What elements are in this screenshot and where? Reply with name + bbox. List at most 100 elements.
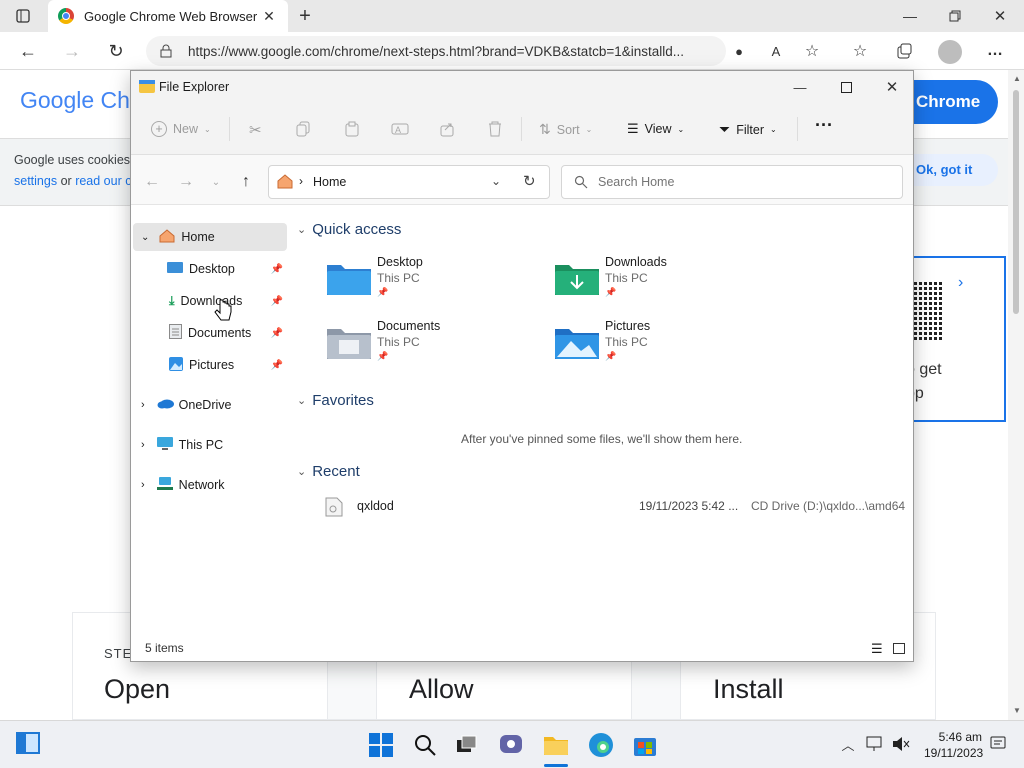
file-explorer-taskbar-icon[interactable] [543,732,569,758]
quick-access-item[interactable]: Downloads This PC 📌 [555,255,775,311]
explorer-forward-icon[interactable]: → [175,171,197,193]
minimize-icon[interactable]: — [900,6,920,26]
browser-close-icon[interactable]: ✕ [990,6,1010,26]
clock-date: 19/11/2023 [924,746,984,760]
nav-item-downloads[interactable]: ⤓ Downloads 📌 [133,287,287,315]
quick-access-item[interactable]: Documents This PC 📌 [327,319,547,375]
nav-item-network[interactable]: › Network [133,471,287,499]
refresh-icon[interactable]: ↻ [523,172,536,190]
clock[interactable]: 5:46 am 19/11/2023 [924,729,984,761]
favorites-header[interactable]: ⌄ Favorites [297,392,374,409]
qa-location: This PC [377,335,420,349]
tab-close-icon[interactable]: ✕ [260,7,278,25]
chevron-right-icon[interactable]: › [141,439,145,451]
quick-access-item[interactable]: Pictures This PC 📌 [555,319,775,375]
chevron-down-icon[interactable]: ⌄ [141,232,149,243]
delete-icon[interactable] [487,121,503,137]
cut-icon[interactable]: ✂ [249,121,262,139]
browser-tab[interactable]: Google Chrome Web Browser ✕ [48,0,288,32]
chevron-right-icon[interactable]: › [141,479,145,491]
sort-button[interactable]: ⇅ Sort ⌄ [539,121,592,138]
chevron-right-icon[interactable]: › [141,399,145,411]
quick-access-header[interactable]: ⌄ Quick access [297,221,401,238]
forward-icon[interactable]: → [60,40,84,62]
cookie-read-link[interactable]: read our c [75,174,131,188]
store-icon[interactable] [632,732,658,758]
read-aloud-icon[interactable]: A [766,42,786,60]
qa-name: Pictures [605,319,651,333]
task-view-icon[interactable] [454,732,480,758]
pin-icon: 📌 [377,351,389,361]
details-view-icon[interactable]: ☰ [871,641,883,657]
network-status-icon[interactable] [866,736,884,755]
reload-icon[interactable]: ↻ [104,40,128,62]
chat-icon[interactable] [498,732,524,758]
address-bar[interactable]: https://www.google.com/chrome/next-steps… [146,36,726,66]
qr-next-icon[interactable]: › [958,274,963,292]
start-icon[interactable] [368,732,394,758]
search-box[interactable] [561,165,903,199]
profile-avatar[interactable] [938,40,962,64]
search-icon[interactable] [412,732,438,758]
explorer-minimize-icon[interactable]: — [789,77,811,97]
qa-name: Downloads [605,255,667,269]
nav-item-onedrive[interactable]: › OneDrive [133,391,287,419]
step-install: Install [713,674,784,704]
new-button[interactable]: + New ⌄ [151,121,211,137]
paste-icon[interactable] [344,121,360,137]
breadcrumb[interactable]: › Home ⌄ ↻ [268,165,550,199]
breadcrumb-home[interactable]: Home [313,175,346,189]
nav-item-home[interactable]: ⌄ Home [133,223,287,251]
notifications-icon[interactable] [990,736,1006,755]
restore-icon[interactable] [945,6,965,26]
favorites-empty-text: After you've pinned some files, we'll sh… [461,432,743,446]
qr-card[interactable]: › o get pp [900,256,1006,422]
volume-muted-icon[interactable] [892,736,910,755]
favorites-icon[interactable]: ☆ [850,42,870,60]
qr-code-icon [914,280,942,340]
tab-actions-icon[interactable] [12,6,34,26]
share-icon[interactable] [439,121,455,137]
collections-icon[interactable] [894,42,914,60]
recent-locations-icon[interactable]: ⌄ [207,171,225,193]
copy-icon[interactable] [295,121,311,137]
file-icon [325,497,343,520]
nav-item-desktop[interactable]: Desktop 📌 [133,255,287,283]
back-icon[interactable]: ← [16,40,40,62]
nav-item-pictures[interactable]: Pictures 📌 [133,351,287,379]
nav-item-documents[interactable]: Documents 📌 [133,319,287,347]
explorer-maximize-icon[interactable] [835,77,857,97]
download-icon: ⤓ [169,293,175,308]
nav-label: Documents [188,326,252,340]
chevron-down-icon: ⌄ [297,395,307,407]
new-tab-icon[interactable]: + [294,5,316,27]
cookie-settings-link[interactable]: settings [14,174,57,188]
view-button[interactable]: ☰ View ⌄ [627,121,684,137]
breadcrumb-dropdown-icon[interactable]: ⌄ [491,174,501,188]
pin-icon: 📌 [270,263,283,275]
search-input[interactable] [598,172,888,192]
browser-menu-icon[interactable]: … [984,40,1006,62]
rename-icon[interactable]: A [391,121,409,137]
see-more-icon[interactable]: ··· [815,115,833,136]
scrollbar-thumb[interactable] [1013,90,1019,314]
quick-access-item[interactable]: Desktop This PC 📌 [327,255,547,311]
nav-item-thispc[interactable]: › This PC [133,431,287,459]
tiles-view-icon[interactable] [893,643,905,654]
filter-button[interactable]: ⏷ Filter ⌄ [719,121,777,138]
explorer-back-icon[interactable]: ← [141,171,163,193]
chevron-down-icon: ⌄ [297,466,307,478]
lightbulb-icon[interactable]: ● [730,42,748,60]
up-icon[interactable]: ↑ [235,171,257,193]
recent-row[interactable]: qxldod 19/11/2023 5:42 ... CD Drive (D:)… [319,495,907,519]
widgets-icon[interactable] [16,732,40,754]
show-hidden-icons-icon[interactable]: ︿ [838,734,858,754]
chevron-down-icon: ⌄ [297,224,307,236]
page-scrollbar[interactable]: ▲ ▼ [1008,70,1024,720]
computer-icon [156,436,173,454]
recent-header[interactable]: ⌄ Recent [297,463,360,480]
add-favorite-icon[interactable]: ☆ [802,42,822,60]
item-count: 5 items [145,641,184,655]
explorer-close-icon[interactable]: ✕ [881,77,903,97]
edge-icon[interactable] [588,732,614,758]
